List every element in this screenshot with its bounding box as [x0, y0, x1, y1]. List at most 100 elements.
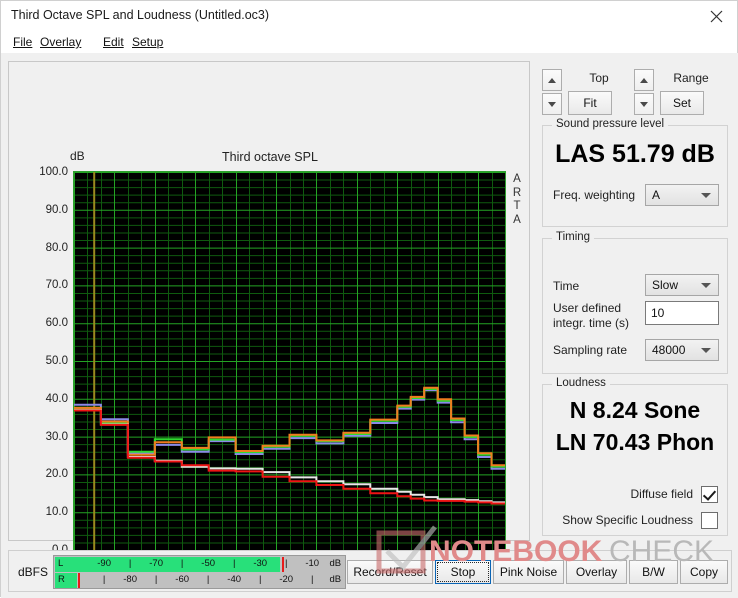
level-meter-right-pipe: | — [310, 574, 314, 585]
level-meter-left-pipe: | — [180, 558, 184, 569]
caret-up-icon — [640, 77, 648, 83]
diffuse-field-label: Diffuse field — [630, 487, 693, 501]
time-label: Time — [553, 279, 580, 293]
range-spinner-up-button[interactable] — [634, 69, 654, 91]
chevron-down-icon — [701, 283, 711, 288]
level-meter-left-tick: -70 — [149, 558, 164, 569]
loudness-group-title: Loudness — [552, 377, 610, 389]
top-spinner-up-button[interactable] — [542, 69, 562, 91]
level-meter-left-pipe: | — [232, 558, 236, 569]
top-fit-button[interactable]: Fit — [568, 91, 612, 115]
spl-value: LAS 51.79 dB — [555, 140, 715, 168]
level-meter-left-pipe: | — [128, 558, 132, 569]
arta-letter: T — [513, 200, 521, 212]
application-window: Third Octave SPL and Loudness (Untitled.… — [0, 0, 738, 598]
arta-watermark: ARTA — [509, 173, 525, 227]
level-meter-right-tick: -80 — [123, 574, 137, 585]
range-control-group: Range Set — [634, 69, 724, 117]
level-meter-right-tick: -40 — [227, 574, 242, 585]
arta-letter: R — [512, 186, 522, 199]
level-meter-left-tick: -90 — [97, 558, 111, 569]
integration-time-input[interactable]: 10 — [645, 301, 719, 325]
integration-time-label-line2: integr. time (s) — [553, 316, 630, 330]
menu-item-edit[interactable]: Edit — [100, 34, 127, 50]
button-copy[interactable]: Copy — [680, 560, 728, 584]
dbfs-label: dBFS — [18, 565, 49, 579]
range-label: Range — [673, 71, 709, 85]
menu-item-overlay[interactable]: Overlay — [37, 34, 84, 50]
diffuse-field-row[interactable]: Diffuse field — [631, 485, 718, 503]
freq-weighting-label: Freq. weighting — [553, 188, 636, 202]
timing-group-title: Timing — [552, 231, 595, 243]
button-b-w[interactable]: B/W — [629, 560, 678, 584]
arta-letter: A — [513, 213, 521, 226]
close-icon — [710, 10, 722, 22]
loudness-group: Loudness N 8.24 Sone LN 70.43 Phon Diffu… — [542, 377, 728, 536]
freq-weighting-select[interactable]: A — [645, 184, 719, 206]
top-label: Top — [589, 71, 609, 85]
range-spinner — [634, 69, 654, 115]
level-meter-left-unit: dB — [329, 558, 342, 569]
show-specific-loudness-row[interactable]: Show Specific Loudness — [562, 511, 718, 529]
level-meter-right-channel: R — [58, 574, 65, 585]
level-meter-left-tick: -10 — [305, 558, 320, 569]
top-spinner — [542, 69, 562, 115]
button-overlay[interactable]: Overlay — [566, 560, 627, 584]
time-select[interactable]: Slow — [645, 274, 719, 296]
level-meter-left-tick: -30 — [253, 558, 268, 569]
level-meter-right-tick: -60 — [175, 574, 190, 585]
menu-overlay-label: Overlay — [40, 35, 82, 49]
level-meter-left-fill — [55, 557, 281, 572]
level-meter-right-pipe: | — [154, 574, 158, 585]
close-button[interactable] — [695, 1, 737, 31]
grid-major — [74, 172, 505, 550]
button-record-reset[interactable]: Record/Reset — [347, 560, 433, 584]
level-meter-left: L -90 -70 -50 -30 -10 | | | | dB — [55, 557, 344, 572]
level-meter-left-tick: -50 — [201, 558, 216, 569]
chart-panel: Third octave SPL dB 0.010.020.030.040.05… — [8, 61, 530, 583]
sampling-rate-select[interactable]: 48000 — [645, 339, 719, 361]
caret-down-icon — [548, 101, 556, 107]
level-meter-right-unit: dB — [329, 574, 342, 585]
top-spinner-down-button[interactable] — [542, 93, 562, 115]
time-value: Slow — [652, 278, 679, 292]
level-meters: L -90 -70 -50 -30 -10 | | | | dB R -80 -60 -40 -20 | |… — [53, 555, 346, 589]
chevron-down-icon — [701, 348, 711, 353]
caret-down-icon — [640, 101, 648, 107]
integration-time-label-line1: User defined — [553, 301, 622, 315]
sound-pressure-level-group: Sound pressure level LAS 51.79 dB Freq. … — [542, 118, 728, 227]
range-set-button[interactable]: Set — [660, 91, 704, 115]
spl-plot-area[interactable] — [73, 171, 506, 551]
series-white-trace — [74, 409, 505, 504]
show-specific-loudness-label: Show Specific Loudness — [562, 513, 693, 527]
sampling-rate-label: Sampling rate — [553, 343, 628, 357]
integration-time-label: User defined integr. time (s) — [553, 301, 645, 331]
button-stop[interactable]: Stop — [435, 560, 491, 584]
window-title: Third Octave SPL and Loudness (Untitled.… — [11, 8, 270, 22]
level-meter-left-pipe: | — [284, 558, 288, 569]
show-specific-loudness-checkbox[interactable] — [701, 511, 718, 529]
diffuse-field-checkbox[interactable] — [701, 485, 718, 503]
loudness-ln-value: LN 70.43 Phon — [555, 429, 715, 455]
freq-weighting-value: A — [652, 188, 661, 202]
level-meter-right-pipe: | — [206, 574, 210, 585]
spl-plot-svg — [74, 172, 505, 550]
menu-file-label: File — [13, 35, 33, 49]
level-meter-right-pipe: | — [258, 574, 262, 585]
range-spinner-down-button[interactable] — [634, 93, 654, 115]
client-area: Third octave SPL dB 0.010.020.030.040.05… — [1, 53, 738, 598]
menu-item-setup[interactable]: Setup — [129, 34, 166, 50]
arta-letter: A — [513, 173, 521, 185]
bottom-toolbar: dBFS L -90 -70 -50 -30 -10 | | | | dB R -80 -60 -40… — [8, 550, 732, 592]
level-meter-left-channel: L — [58, 558, 64, 569]
level-meter-right-tick: -20 — [279, 574, 294, 585]
caret-up-icon — [548, 77, 556, 83]
timing-group: Timing Time Slow User defined integr. ti… — [542, 231, 728, 374]
level-meter-right: R -80 -60 -40 -20 | | | | | dB — [55, 573, 344, 588]
menu-setup-label: Setup — [132, 35, 164, 49]
sampling-rate-value: 48000 — [652, 343, 686, 357]
menu-item-file[interactable]: File — [10, 34, 35, 50]
integration-time-value: 10 — [651, 306, 665, 320]
spl-group-title: Sound pressure level — [552, 118, 669, 130]
button-pink-noise[interactable]: Pink Noise — [493, 560, 564, 584]
